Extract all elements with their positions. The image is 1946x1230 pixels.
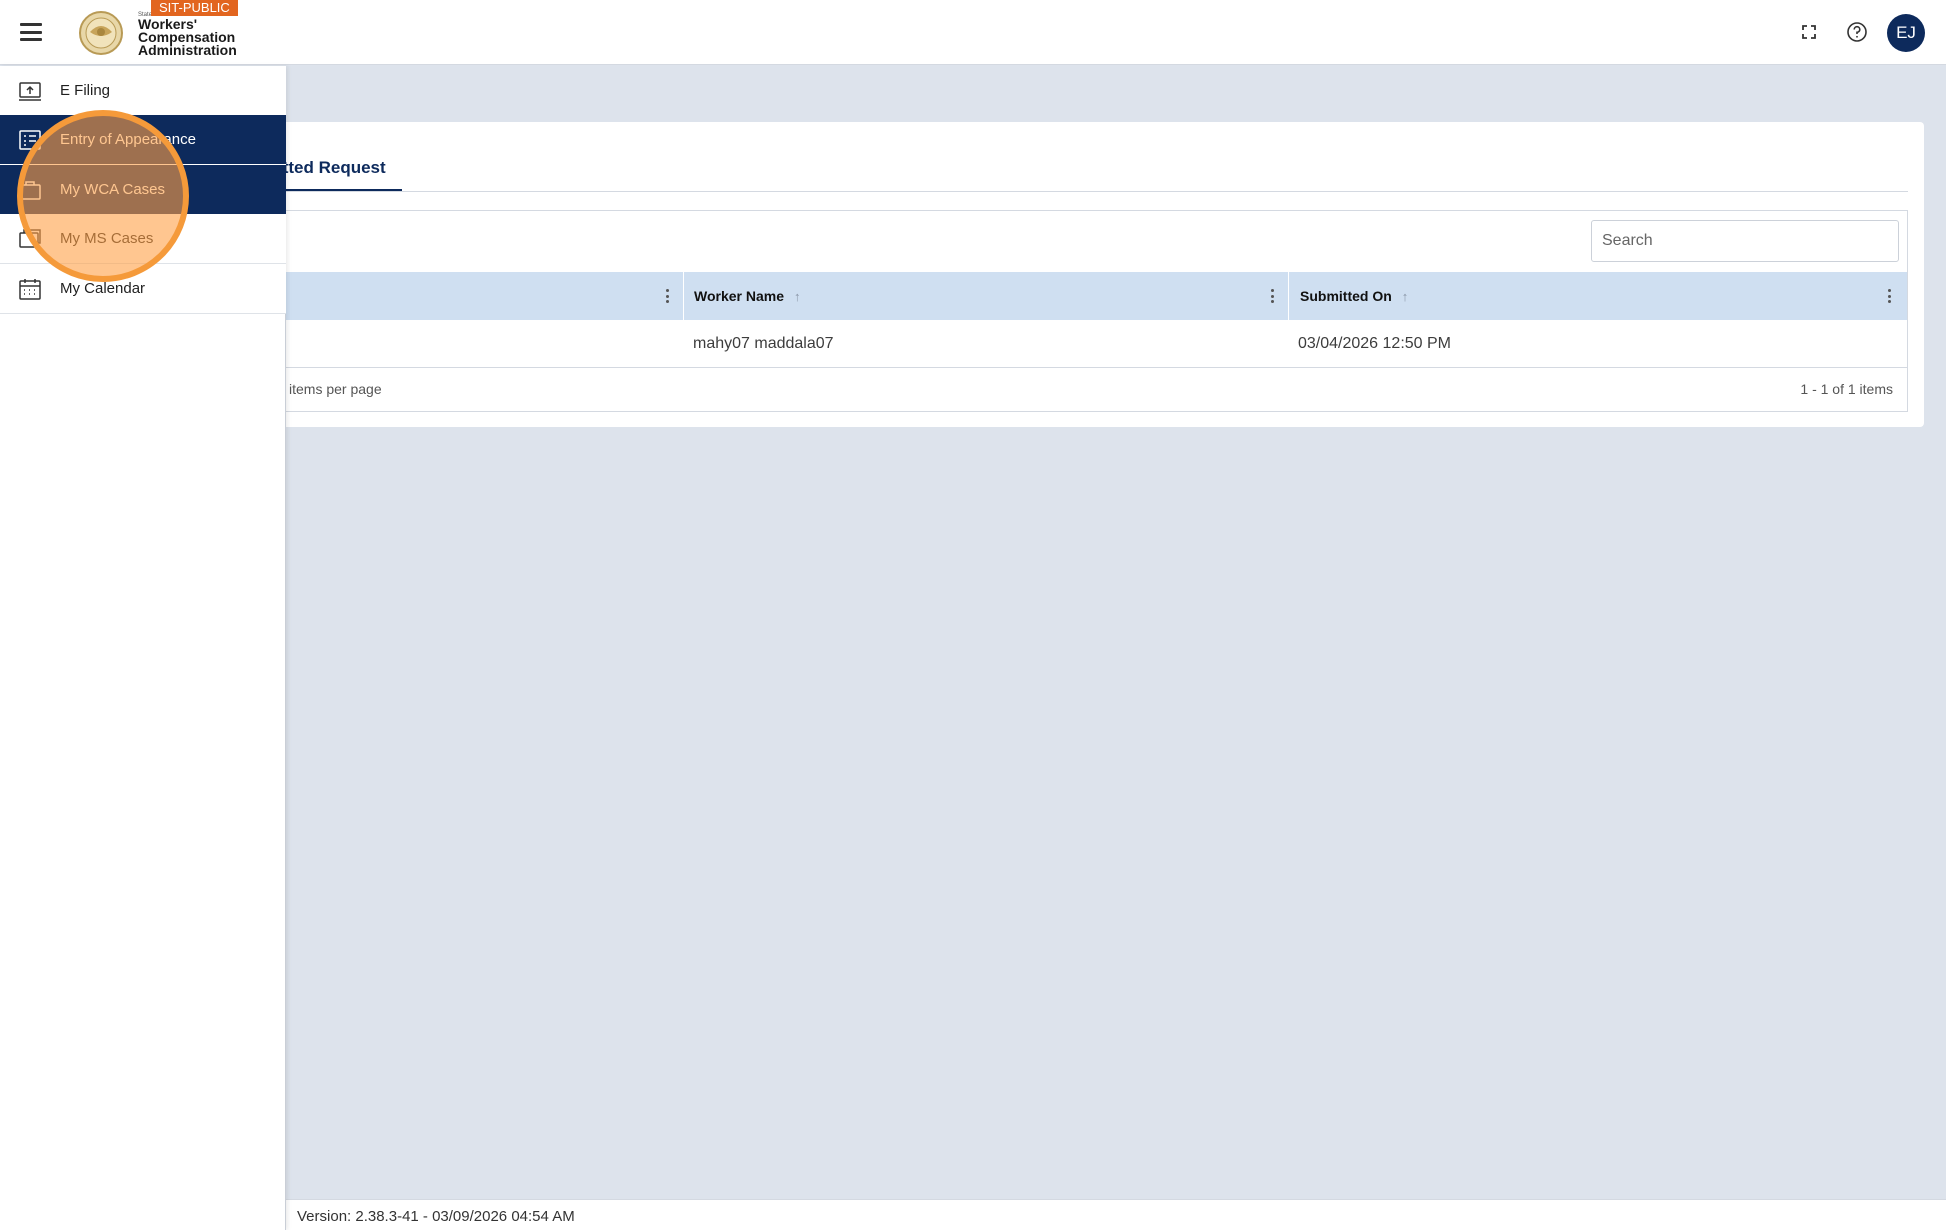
sidebar-item-label: E Filing — [60, 82, 111, 99]
user-avatar[interactable]: EJ — [1887, 14, 1925, 52]
column-label: Worker Name — [694, 288, 785, 304]
column-label: Submitted On — [1300, 288, 1392, 304]
column-header-submitted-on[interactable]: Submitted On ↑ — [1300, 272, 1408, 320]
pager-info: 1 - 1 of 1 items — [1800, 381, 1893, 397]
search-input[interactable] — [1591, 220, 1899, 262]
column-header-worker-name[interactable]: Worker Name ↑ — [694, 272, 801, 320]
briefcase-icon — [19, 181, 41, 200]
column-menu-icon[interactable] — [1267, 287, 1277, 305]
sidebar-item-label: My WCA Cases — [60, 181, 166, 198]
sort-arrow-icon[interactable]: ↑ — [1402, 289, 1409, 304]
logo-text: Workers' Compensation Administration — [138, 17, 237, 58]
tab-divider — [230, 191, 1908, 192]
data-grid: Worker Name ↑ Submitted On ↑ mahy07 madd… — [201, 210, 1908, 412]
pager: 5 ▼ items per page 1 - 1 of 1 items — [201, 368, 1907, 411]
form-list-icon — [19, 130, 41, 150]
version-text: Version: 2.38.3-41 - 03/09/2026 04:54 AM — [297, 1208, 575, 1225]
sidebar: E Filing Entry of Appearance My WCA Case… — [0, 66, 286, 1230]
seal-logo — [79, 11, 123, 55]
main-card: itted Request Worker Name ↑ Submitted On… — [201, 122, 1924, 427]
cell-submitted-on: 03/04/2026 12:50 PM — [1298, 335, 1452, 352]
app-header: State Workers' Compensation Administrati… — [0, 0, 1946, 65]
column-menu-icon[interactable] — [1884, 287, 1894, 305]
cases-icon — [19, 229, 41, 248]
column-separator — [683, 272, 684, 320]
sidebar-item-my-calendar[interactable]: My Calendar — [0, 264, 286, 314]
sidebar-item-label: My MS Cases — [60, 230, 154, 247]
table-row[interactable]: mahy07 maddala07 03/04/2026 12:50 PM — [231, 320, 1907, 368]
sidebar-item-e-filing[interactable]: E Filing — [0, 66, 286, 116]
menu-icon[interactable] — [18, 19, 44, 45]
logo-line-3: Administration — [138, 42, 237, 58]
fullscreen-icon[interactable] — [1795, 18, 1823, 46]
footer: Version: 2.38.3-41 - 03/09/2026 04:54 AM — [230, 1199, 1946, 1230]
sort-arrow-icon[interactable]: ↑ — [794, 289, 801, 304]
column-separator — [1288, 272, 1289, 320]
column-menu-icon[interactable] — [662, 287, 672, 305]
calendar-icon — [19, 279, 41, 300]
upload-icon — [19, 82, 41, 101]
sidebar-item-my-wca-cases[interactable]: My WCA Cases — [0, 165, 286, 215]
cell-worker-name: mahy07 maddala07 — [693, 335, 834, 352]
table-header: Worker Name ↑ Submitted On ↑ — [231, 272, 1907, 320]
help-icon[interactable] — [1843, 18, 1871, 46]
sidebar-item-label: My Calendar — [60, 280, 146, 297]
sidebar-item-entry-of-appearance[interactable]: Entry of Appearance — [0, 115, 286, 165]
sidebar-item-my-ms-cases[interactable]: My MS Cases — [0, 214, 286, 264]
environment-badge: SIT-PUBLIC — [151, 0, 238, 16]
sidebar-item-label: Entry of Appearance — [60, 131, 196, 148]
items-per-page-label: items per page — [289, 381, 382, 397]
